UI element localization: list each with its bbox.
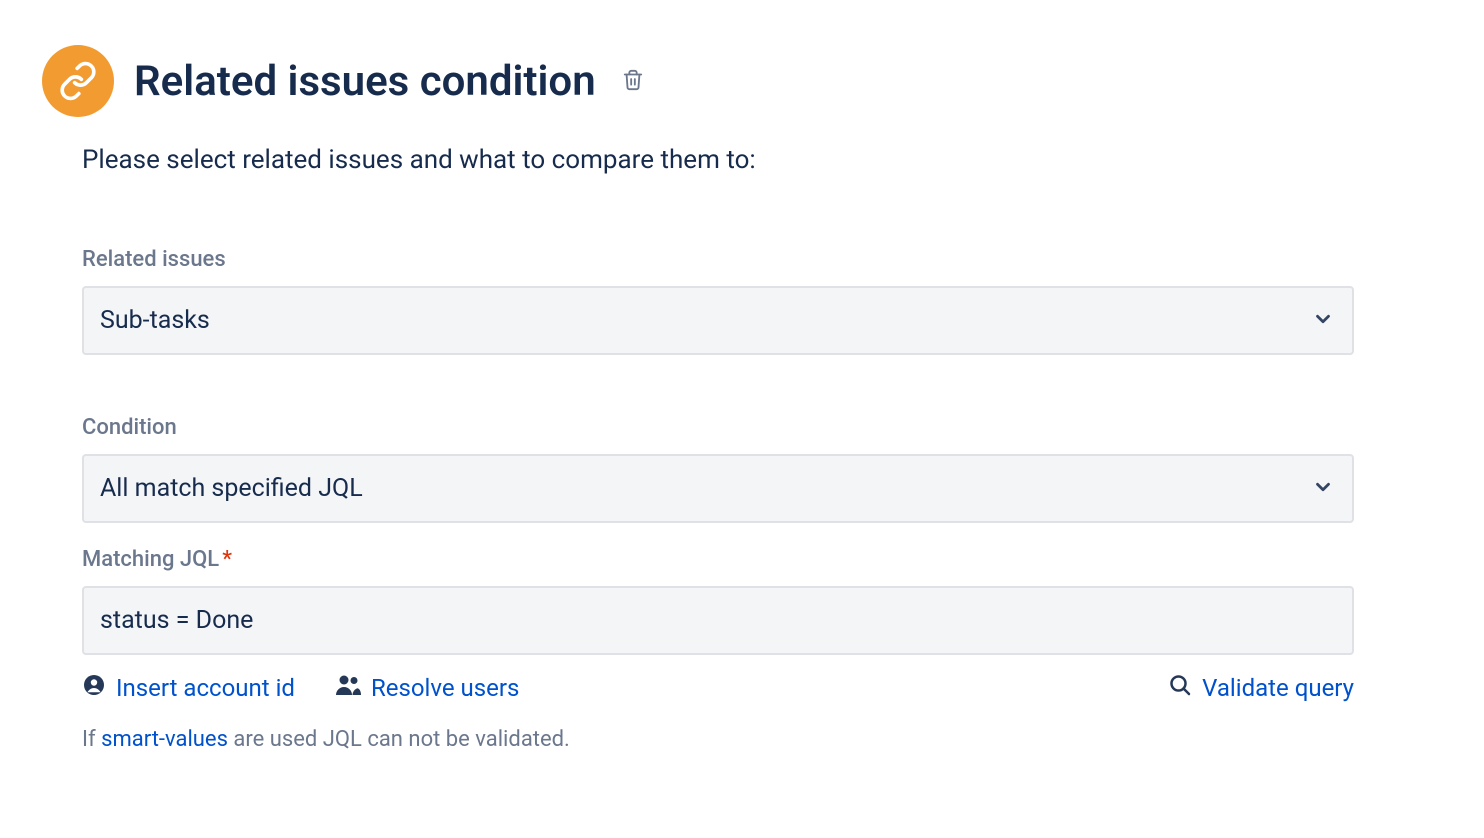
user-circle-icon bbox=[82, 673, 106, 703]
smart-values-link[interactable]: smart-values bbox=[101, 727, 228, 752]
matching-jql-input[interactable] bbox=[82, 586, 1354, 655]
resolve-users-label: Resolve users bbox=[371, 674, 519, 702]
insert-account-id-label: Insert account id bbox=[116, 674, 295, 702]
form-container: Related issues condition Please select r… bbox=[0, 45, 1484, 752]
page-title: Related issues condition bbox=[134, 57, 596, 106]
matching-jql-field-group: Matching JQL* Insert account id bbox=[82, 547, 1354, 752]
required-asterisk: * bbox=[222, 547, 232, 572]
condition-select[interactable]: All match specified JQL bbox=[82, 454, 1354, 523]
validate-query-button[interactable]: Validate query bbox=[1168, 673, 1354, 703]
related-issues-label: Related issues bbox=[82, 247, 1354, 272]
link-icon bbox=[42, 45, 114, 117]
form-section: Related issues Sub-tasks Condition All m… bbox=[42, 247, 1354, 752]
related-issues-select[interactable]: Sub-tasks bbox=[82, 286, 1354, 355]
hint-suffix: are used JQL can not be validated. bbox=[228, 727, 570, 752]
users-icon bbox=[335, 674, 361, 702]
insert-account-id-button[interactable]: Insert account id bbox=[82, 673, 295, 703]
condition-label: Condition bbox=[82, 415, 1354, 440]
form-description: Please select related issues and what to… bbox=[42, 145, 1354, 175]
related-issues-field-group: Related issues Sub-tasks bbox=[82, 247, 1354, 355]
matching-jql-label-text: Matching JQL bbox=[82, 547, 219, 572]
condition-field-group: Condition All match specified JQL bbox=[82, 415, 1354, 523]
condition-select-wrapper: All match specified JQL bbox=[82, 454, 1354, 523]
resolve-users-button[interactable]: Resolve users bbox=[335, 674, 519, 702]
hint-prefix: If bbox=[82, 727, 101, 752]
validate-query-label: Validate query bbox=[1202, 674, 1354, 702]
jql-actions-row: Insert account id Resolve users bbox=[82, 673, 1354, 703]
jql-hint-text: If smart-values are used JQL can not be … bbox=[82, 727, 1354, 752]
header: Related issues condition bbox=[42, 45, 1354, 117]
trash-icon bbox=[622, 69, 644, 94]
delete-button[interactable] bbox=[618, 65, 648, 98]
search-icon bbox=[1168, 673, 1192, 703]
related-issues-select-wrapper: Sub-tasks bbox=[82, 286, 1354, 355]
matching-jql-label: Matching JQL* bbox=[82, 547, 1354, 572]
